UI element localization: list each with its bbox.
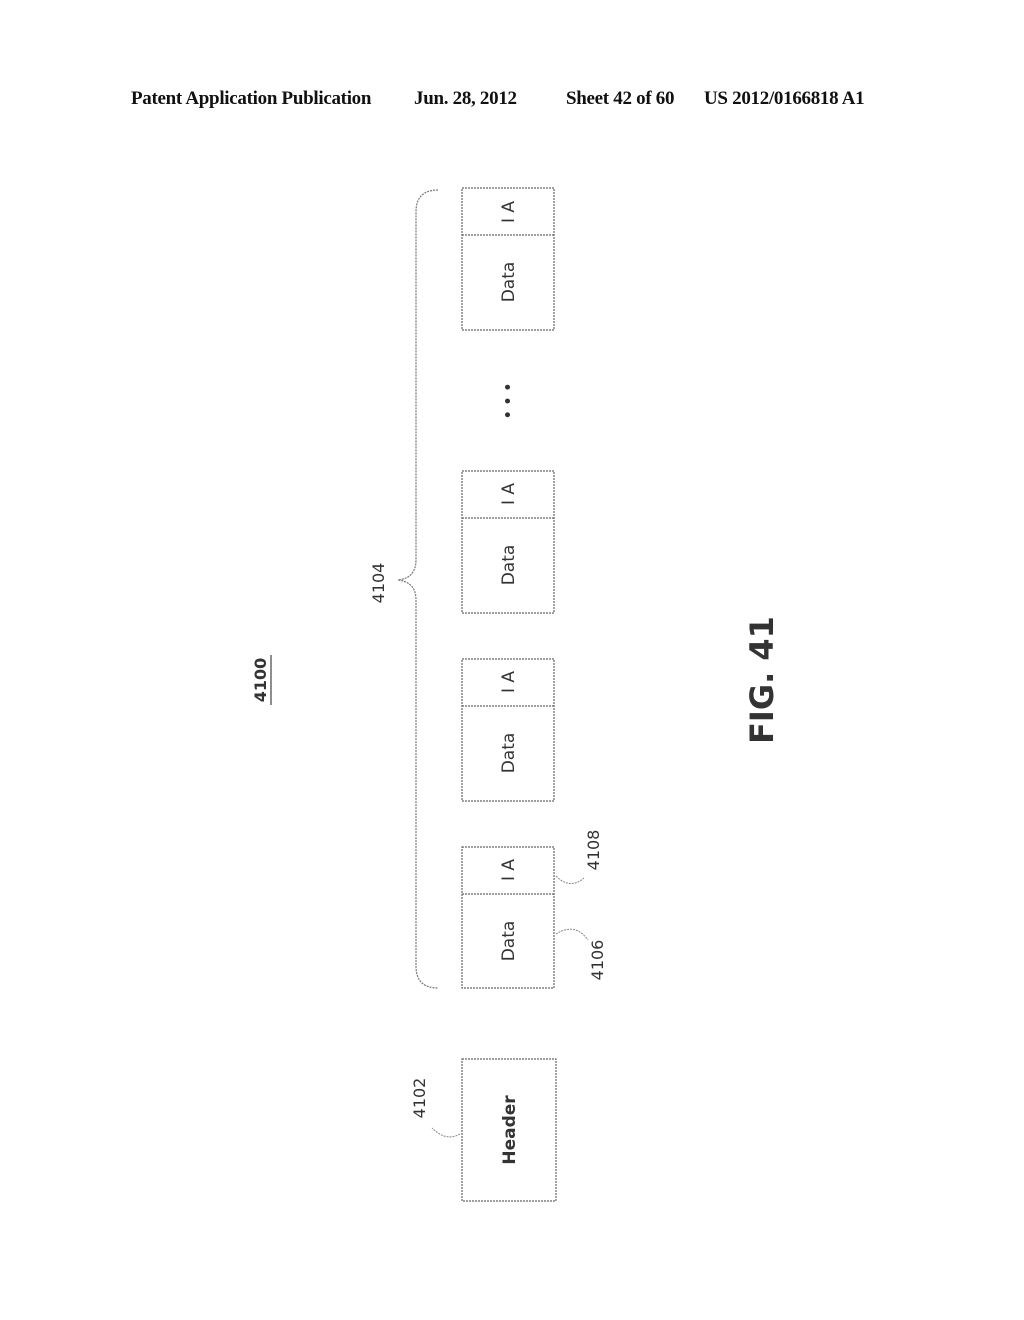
packet-group-ref: 4104 <box>369 563 388 604</box>
data-ref: 4106 <box>588 940 607 981</box>
figure-41-diagram: I A Data I A Data I A Data I A Data Head… <box>251 187 781 1202</box>
figure-ref: 4100 <box>251 658 270 703</box>
packet-3-data-label: Data <box>499 545 519 586</box>
ia-ref-leader <box>555 875 585 884</box>
figure-caption: FIG. 41 <box>743 616 781 744</box>
header-block-label: Header <box>500 1095 520 1165</box>
data-ref-leader <box>555 928 589 941</box>
ia-ref: 4108 <box>584 830 603 871</box>
header-block-ref: 4102 <box>410 1078 429 1119</box>
packet-1-ia-label: I A <box>499 859 519 881</box>
packet-2-ia-label: I A <box>499 671 519 693</box>
packet-1-data-label: Data <box>499 921 519 962</box>
packet-2-data-label: Data <box>499 733 519 774</box>
packet-ellipsis: • • • <box>501 383 517 420</box>
packet-4-ia-label: I A <box>499 201 519 223</box>
packet-4-data-label: Data <box>499 262 519 303</box>
header-ref-leader <box>431 1127 461 1138</box>
packet-3-ia-label: I A <box>499 483 519 505</box>
packet-group-brace <box>397 189 439 989</box>
